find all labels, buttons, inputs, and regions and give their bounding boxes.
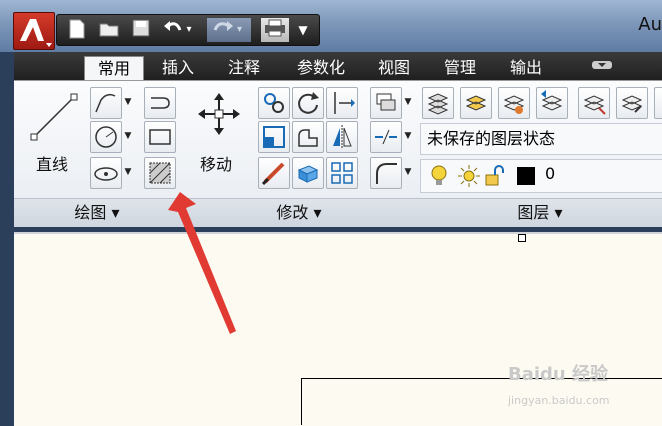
- line-button[interactable]: 直线: [26, 89, 82, 174]
- array-icon[interactable]: [370, 87, 402, 119]
- tab-insert[interactable]: 插入: [152, 56, 204, 80]
- new-file-icon[interactable]: [65, 18, 89, 42]
- panel-layers-title[interactable]: 图层 ▾: [418, 198, 662, 227]
- tab-view[interactable]: 视图: [368, 56, 420, 80]
- window-border: [0, 52, 14, 424]
- ribbon-resize-grip[interactable]: [518, 234, 526, 242]
- line-label: 直线: [36, 155, 69, 174]
- panel-modify-label: 修改: [276, 203, 309, 222]
- fillet-dropdown-icon[interactable]: ▼: [402, 157, 414, 187]
- rotate-icon[interactable]: [292, 87, 324, 119]
- mirror-offset-icon[interactable]: [258, 121, 290, 153]
- move-button[interactable]: 移动: [194, 89, 244, 174]
- window-title: Au: [638, 14, 662, 35]
- tab-home[interactable]: 常用: [84, 56, 144, 81]
- tab-parametric[interactable]: 参数化: [284, 56, 358, 80]
- ellipse-icon[interactable]: [90, 157, 122, 189]
- layer-state-icon[interactable]: [460, 87, 492, 119]
- watermark-url: jingyan.baidu.com: [508, 394, 610, 407]
- fillet-icon[interactable]: [370, 157, 402, 189]
- undo-icon[interactable]: [161, 18, 185, 42]
- break-dropdown-icon[interactable]: ▼: [402, 121, 414, 151]
- layer-previous-icon[interactable]: [536, 87, 568, 119]
- layer-properties-icon[interactable]: [422, 87, 454, 119]
- array-dropdown-icon[interactable]: ▼: [402, 87, 414, 117]
- ribbon-tab-bar: 常用 插入 注释 参数化 视图 管理 输出: [14, 52, 662, 81]
- polyline-dropdown-icon[interactable]: ▼: [122, 87, 134, 117]
- watermark-text: Baidu 经验: [508, 364, 609, 385]
- layer-state-dropdown[interactable]: 未保存的图层状态: [420, 123, 662, 155]
- undo-dropdown-icon[interactable]: ▾: [183, 18, 195, 42]
- layer-more-icon[interactable]: [654, 87, 662, 119]
- lightbulb-icon: [431, 165, 447, 185]
- circle-icon[interactable]: [90, 121, 122, 153]
- ribbon-minimize-icon[interactable]: [584, 56, 620, 80]
- open-folder-icon[interactable]: [97, 18, 121, 42]
- mirror-icon[interactable]: [326, 121, 358, 153]
- quick-access-toolbar: ▾ ▾ ▼: [56, 14, 320, 46]
- break-icon[interactable]: [370, 121, 402, 153]
- line-icon: [30, 93, 78, 141]
- polyline-icon[interactable]: [90, 87, 122, 119]
- panel-layers: 未保存的图层状态 0 图层 ▾: [418, 81, 662, 227]
- rectangle-icon[interactable]: [144, 121, 176, 153]
- layer-walk-icon[interactable]: [578, 87, 610, 119]
- svg-text:▾: ▾: [237, 24, 242, 35]
- trim-icon[interactable]: [326, 87, 358, 119]
- panel-layers-label: 图层: [517, 203, 550, 222]
- tab-annotate[interactable]: 注释: [218, 56, 270, 80]
- tab-manage[interactable]: 管理: [434, 56, 486, 80]
- copy-icon[interactable]: [258, 87, 290, 119]
- move-icon: [198, 93, 240, 135]
- current-layer-name: 0: [545, 164, 556, 183]
- print-icon[interactable]: [261, 18, 289, 42]
- panel-draw-label: 绘图: [74, 203, 107, 222]
- sun-icon: [458, 165, 480, 187]
- grid-array-icon[interactable]: [326, 157, 358, 189]
- app-logo-icon[interactable]: [13, 12, 55, 50]
- ellipse-dropdown-icon[interactable]: ▼: [122, 157, 134, 187]
- tab-output[interactable]: 输出: [500, 56, 552, 80]
- customize-toolbar-icon[interactable]: ▼: [293, 18, 313, 42]
- layer-isolate-icon[interactable]: [498, 87, 530, 119]
- unlock-icon: [485, 165, 504, 186]
- ribbon: 直线 ▼ ▼ ▼ 绘图 ▾ 移动 ▼ ▼ ▼ 修改 ▾ 未保存的图层状态 0 图…: [14, 80, 662, 227]
- layer-color-swatch: [517, 167, 535, 185]
- spline-icon[interactable]: [144, 87, 176, 119]
- erase-icon[interactable]: [258, 157, 290, 189]
- layer-match-icon[interactable]: [616, 87, 648, 119]
- layer-dropdown[interactable]: 0: [420, 159, 662, 193]
- redo-icon[interactable]: ▾: [207, 18, 251, 42]
- stretch-icon[interactable]: [292, 121, 324, 153]
- move-label: 移动: [200, 155, 233, 174]
- save-icon[interactable]: [129, 18, 153, 42]
- 3d-box-icon[interactable]: [292, 157, 324, 189]
- annotation-arrow-icon: [168, 192, 236, 334]
- circle-dropdown-icon[interactable]: ▼: [122, 121, 134, 151]
